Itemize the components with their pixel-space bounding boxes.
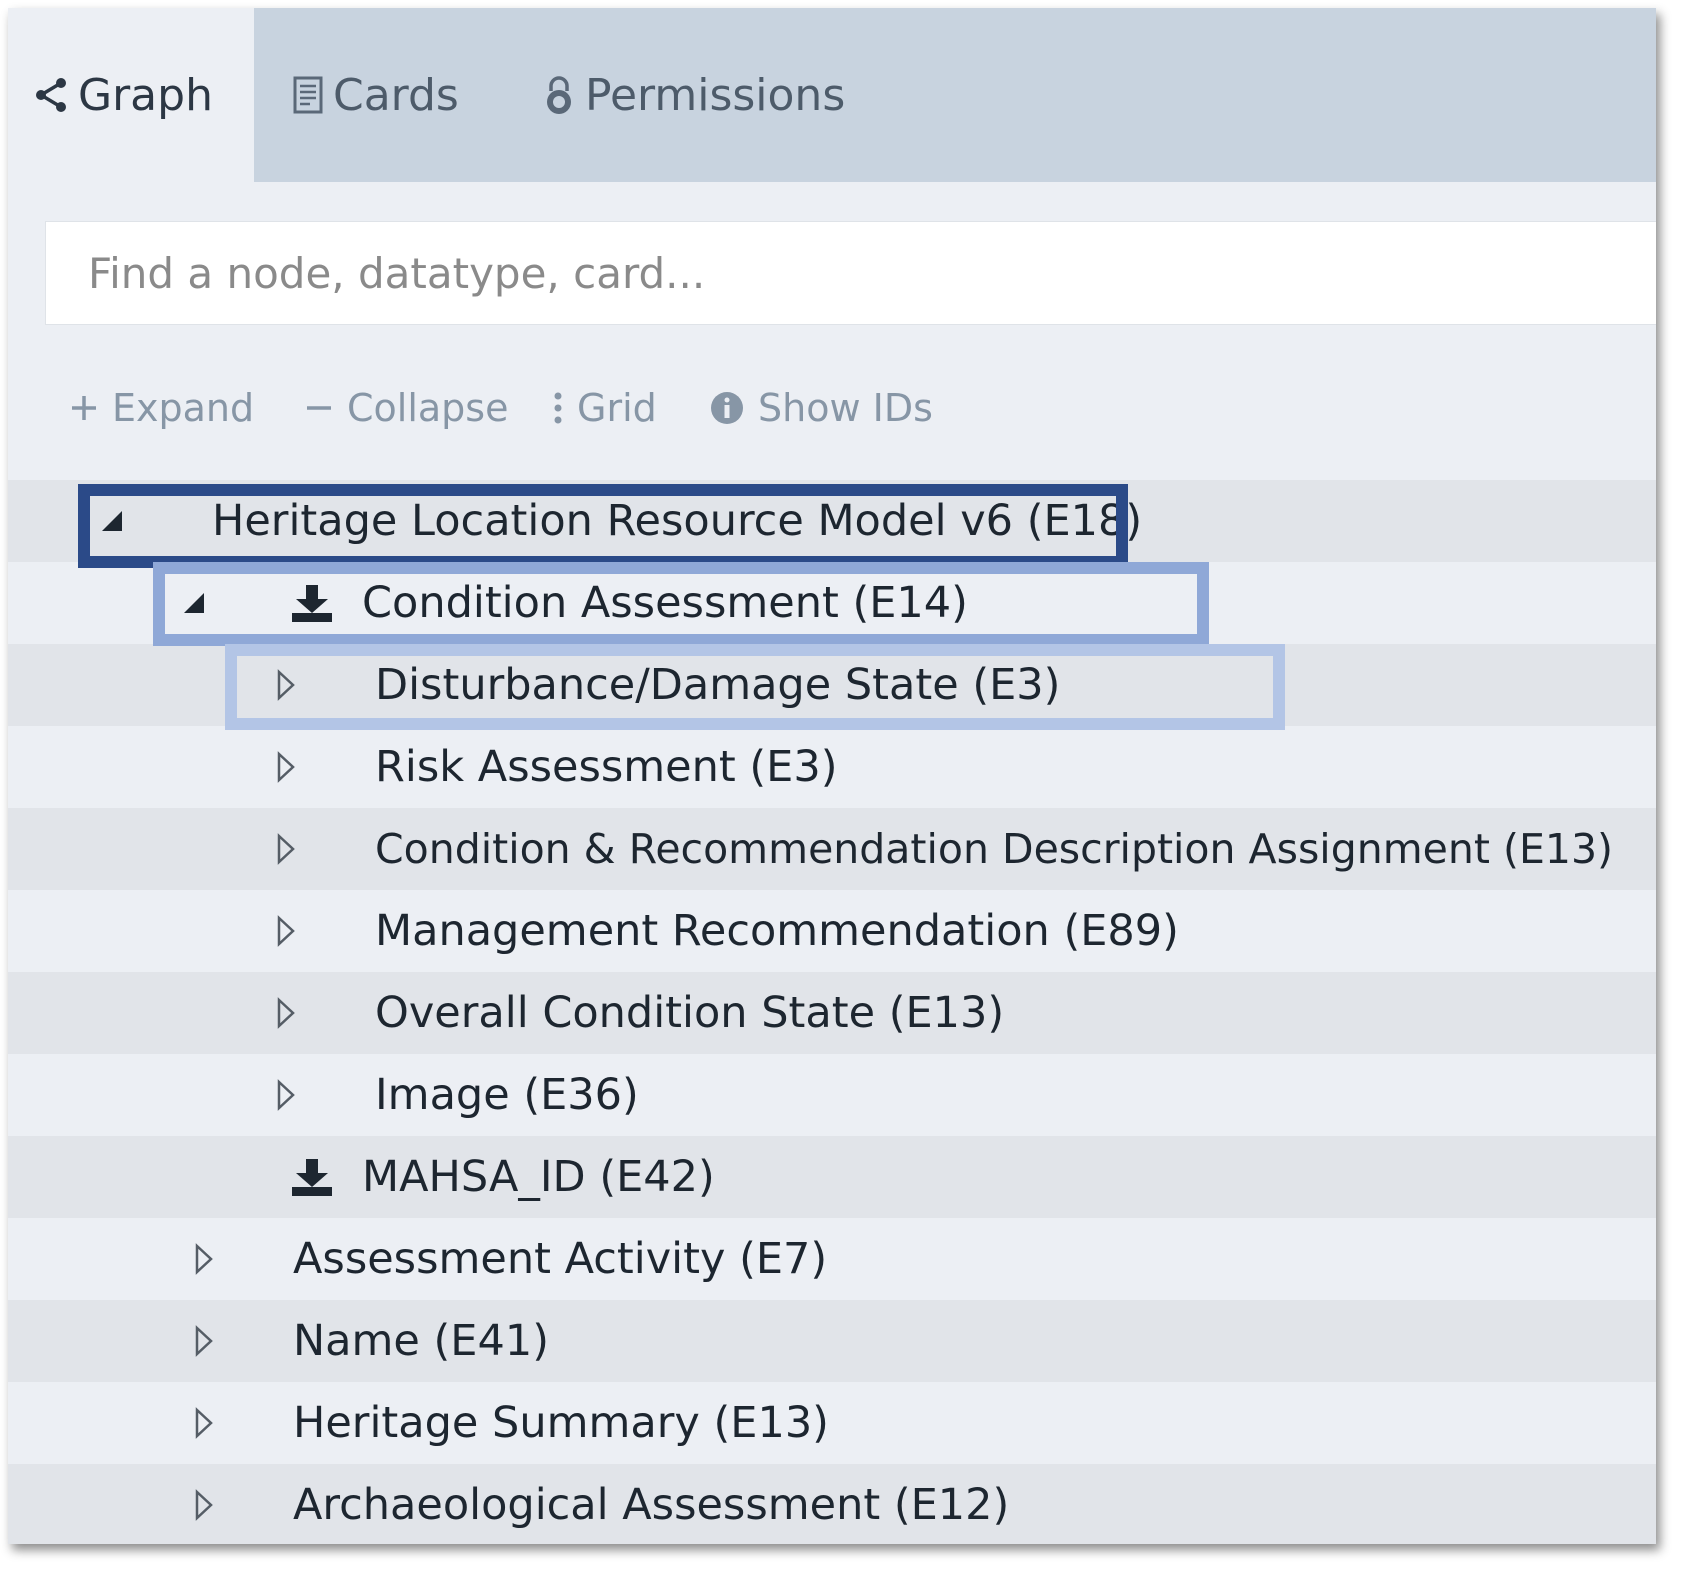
grid-button[interactable]: Grid [553, 368, 657, 448]
tree-node-label: Heritage Summary (E13) [293, 1398, 829, 1448]
expanded-caret-icon[interactable] [182, 562, 206, 644]
tree-row-disturbance-damage-state[interactable]: Disturbance/Damage State (E3) [8, 644, 1656, 726]
tree-row-condition-assessment[interactable]: Condition Assessment (E14) [8, 562, 1656, 644]
tree-row-overall-condition-state[interactable]: Overall Condition State (E13) [8, 972, 1656, 1054]
tab-permissions[interactable]: Permissions [543, 8, 845, 182]
tree-row-condition-recommendation[interactable]: Condition & Recommendation Description A… [8, 808, 1656, 890]
collapsed-caret-icon[interactable] [276, 644, 296, 726]
tree-row-heritage-location-resource-model[interactable]: Heritage Location Resource Model v6 (E18… [8, 480, 1656, 562]
collapsed-caret-icon[interactable] [194, 1218, 214, 1300]
collapsed-caret-icon[interactable] [194, 1382, 214, 1464]
tree-node-label: Overall Condition State (E13) [375, 988, 1005, 1038]
tree-node-label: MAHSA_ID (E42) [362, 1152, 715, 1202]
tab-cards[interactable]: Cards [293, 8, 459, 182]
tree-node-label: Disturbance/Damage State (E3) [375, 660, 1061, 710]
expanded-caret-icon[interactable] [100, 480, 124, 562]
minus-icon [305, 394, 333, 422]
plus-icon [70, 394, 98, 422]
share-icon [34, 77, 68, 113]
tree-node-label: Risk Assessment (E3) [375, 742, 838, 792]
tree-node-label: Archaeological Assessment (E12) [293, 1480, 1010, 1530]
search-input[interactable] [45, 221, 1656, 325]
lock-icon [543, 75, 575, 115]
tree-node-label: Condition & Recommendation Description A… [375, 825, 1614, 873]
grid-label: Grid [577, 386, 657, 430]
tree-node-label: Name (E41) [293, 1316, 549, 1366]
tree-node-label: Image (E36) [375, 1070, 639, 1120]
collapsed-caret-icon[interactable] [276, 972, 296, 1054]
info-icon [710, 391, 744, 425]
tab-cards-label: Cards [333, 69, 459, 121]
tree-node-label: Condition Assessment (E14) [362, 578, 968, 628]
vertical-dots-icon [553, 392, 563, 424]
tab-graph-label: Graph [78, 69, 213, 121]
tab-graph[interactable]: Graph [8, 8, 254, 182]
collapsed-caret-icon[interactable] [194, 1300, 214, 1382]
tree-node-label: Management Recommendation (E89) [375, 906, 1179, 956]
graph-panel: Graph Cards Permissions Find a node, dat… [8, 8, 1656, 1544]
tree-row-archaeological-assessment[interactable]: Archaeological Assessment (E12) [8, 1464, 1656, 1544]
tree-row-mahsa-id[interactable]: MAHSA_ID (E42) [8, 1136, 1656, 1218]
download-icon [290, 1136, 334, 1218]
document-icon [293, 76, 323, 114]
collapse-button[interactable]: Collapse [305, 368, 508, 448]
tree-toolbar: Expand Collapse Grid Show IDs [8, 368, 1656, 448]
tree-row-heritage-summary[interactable]: Heritage Summary (E13) [8, 1382, 1656, 1464]
tree-row-name[interactable]: Name (E41) [8, 1300, 1656, 1382]
tab-bar: Graph Cards Permissions [8, 8, 1656, 182]
tree-row-assessment-activity[interactable]: Assessment Activity (E7) [8, 1218, 1656, 1300]
collapsed-caret-icon[interactable] [276, 890, 296, 972]
show-ids-button[interactable]: Show IDs [710, 368, 933, 448]
graph-tree: Heritage Location Resource Model v6 (E18… [8, 480, 1656, 1544]
collapsed-caret-icon[interactable] [194, 1464, 214, 1544]
tree-row-risk-assessment[interactable]: Risk Assessment (E3) [8, 726, 1656, 808]
tree-node-label: Assessment Activity (E7) [293, 1234, 828, 1284]
collapsed-caret-icon[interactable] [276, 1054, 296, 1136]
show-ids-label: Show IDs [758, 386, 933, 430]
collapsed-caret-icon[interactable] [276, 808, 296, 890]
collapse-label: Collapse [347, 386, 509, 430]
tree-node-label: Heritage Location Resource Model v6 (E18… [212, 496, 1143, 546]
collapsed-caret-icon[interactable] [276, 726, 296, 808]
expand-label: Expand [112, 386, 255, 430]
tab-permissions-label: Permissions [585, 69, 846, 121]
download-icon [290, 562, 334, 644]
expand-button[interactable]: Expand [70, 368, 254, 448]
tree-row-management-recommendation[interactable]: Management Recommendation (E89) [8, 890, 1656, 972]
tree-row-image[interactable]: Image (E36) [8, 1054, 1656, 1136]
